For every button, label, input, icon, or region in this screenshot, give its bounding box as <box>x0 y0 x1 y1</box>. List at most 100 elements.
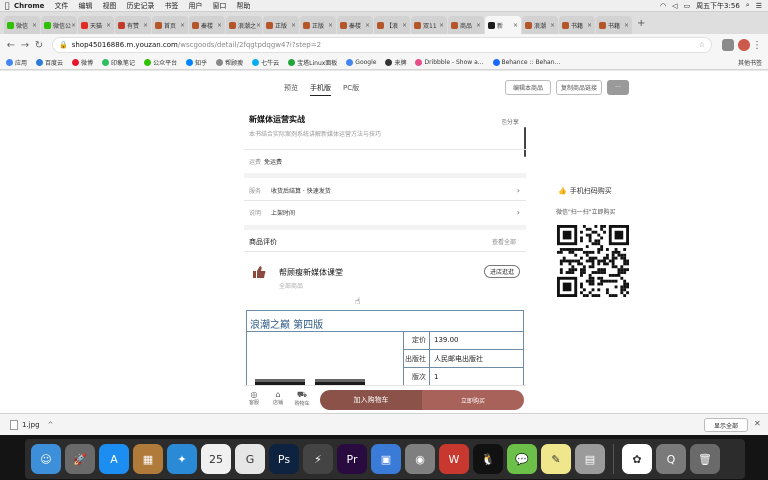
bookmark-item[interactable]: 微博 <box>72 58 93 67</box>
tab-close-icon[interactable]: × <box>106 22 111 29</box>
browser-tab[interactable]: 有赞 × <box>115 16 151 34</box>
copy-link-button[interactable]: 复制商品链接 <box>556 80 602 95</box>
bookmark-item[interactable]: 帮顾瘦 <box>216 58 243 67</box>
customer-service-button[interactable]: ◎ 客服 <box>246 390 262 406</box>
browser-tab[interactable]: 秦楼 × <box>337 16 373 34</box>
photoshop-icon[interactable]: Ps <box>269 444 299 474</box>
tab-close-icon[interactable]: × <box>256 22 261 29</box>
browser-tab[interactable]: 首页 × <box>152 16 188 34</box>
wps-icon[interactable]: W <box>439 444 469 474</box>
browser-tab[interactable]: 正版 × <box>300 16 336 34</box>
gap-icon[interactable]: ⚡ <box>303 444 333 474</box>
finder-icon[interactable]: ☺ <box>31 444 61 474</box>
tab-preview[interactable]: 预览 <box>284 83 298 96</box>
tab-close-icon[interactable]: × <box>328 22 333 29</box>
scrollbar[interactable] <box>524 127 526 157</box>
edit-product-button[interactable]: 编辑本商品 <box>505 80 551 95</box>
time-row[interactable]: 说明 上架时间 › <box>244 205 520 219</box>
menu-help[interactable]: 帮助 <box>236 1 250 11</box>
tab-close-icon[interactable]: × <box>365 22 370 29</box>
bookmark-item[interactable]: 百度云 <box>36 58 63 67</box>
chevron-up-icon[interactable]: ^ <box>48 421 54 429</box>
baidu-disk-icon[interactable]: ✿ <box>622 444 652 474</box>
keynote-icon[interactable]: ▣ <box>371 444 401 474</box>
quicktime-icon[interactable]: Q <box>656 444 686 474</box>
bookmark-item[interactable]: Google <box>346 59 376 66</box>
trash-icon[interactable]: 🗑 <box>690 444 720 474</box>
notes-icon[interactable]: ✎ <box>541 444 571 474</box>
menu-user[interactable]: 用户 <box>188 1 202 11</box>
volume-icon[interactable]: ◁ <box>672 2 677 10</box>
menu-window[interactable]: 窗口 <box>212 1 226 11</box>
chrome-menu-icon[interactable]: ⋮ <box>750 40 764 51</box>
browser-tab[interactable]: 书籍 × <box>596 16 632 34</box>
forward-icon[interactable]: → <box>18 40 32 51</box>
tab-close-icon[interactable]: × <box>32 22 37 29</box>
battery-icon[interactable]: ▭ <box>683 2 690 10</box>
preview-icon[interactable]: ▦ <box>133 444 163 474</box>
apple-menu-icon[interactable]:  <box>0 1 14 10</box>
tab-pc[interactable]: PC版 <box>343 83 359 96</box>
launchpad-icon[interactable]: 🚀 <box>65 444 95 474</box>
service-row[interactable]: 服务 收货后结算 · 快速发货 › <box>244 183 520 197</box>
buy-now-button[interactable]: 立即购买 <box>422 390 524 410</box>
calendar-icon[interactable]: 25 <box>201 444 231 474</box>
reload-icon[interactable]: ↻ <box>32 40 46 51</box>
new-tab-icon[interactable]: + <box>637 18 645 29</box>
tab-close-icon[interactable]: × <box>71 22 76 29</box>
menu-view[interactable]: 视图 <box>102 1 116 11</box>
network-icon[interactable]: ▤ <box>575 444 605 474</box>
bookmark-item[interactable]: Behance :: Behan... <box>492 59 560 66</box>
browser-tab[interactable]: 【浪 × <box>374 16 410 34</box>
menu-history[interactable]: 历史记录 <box>126 1 154 11</box>
search-icon[interactable]: ⌕ <box>746 1 750 10</box>
profile-avatar[interactable] <box>738 39 750 51</box>
cart-button[interactable]: ⛟ 购物车 <box>294 390 310 407</box>
tab-close-icon[interactable]: × <box>143 22 148 29</box>
wechat-icon[interactable]: 💬 <box>507 444 537 474</box>
extension-icon[interactable] <box>722 39 734 51</box>
share-button[interactable]: ⎘分享 <box>502 117 519 127</box>
notification-icon[interactable]: ☰ <box>756 2 762 10</box>
bookmark-item[interactable]: 应用 <box>6 58 27 67</box>
tab-close-icon[interactable]: × <box>476 22 481 29</box>
add-to-cart-button[interactable]: 加入购物车 <box>320 390 422 410</box>
menu-edit[interactable]: 编辑 <box>78 1 92 11</box>
bookmark-star-icon[interactable]: ☆ <box>699 41 705 49</box>
shop-button[interactable]: ⌂ 店铺 <box>270 390 286 406</box>
browser-tab[interactable]: 新 × <box>485 16 521 34</box>
back-icon[interactable]: ← <box>4 40 18 51</box>
tab-mobile[interactable]: 手机版 <box>310 83 331 96</box>
qq-icon[interactable]: 🐧 <box>473 444 503 474</box>
more-button[interactable]: ··· <box>607 80 629 95</box>
clock[interactable]: 周五下午3:56 <box>696 1 740 11</box>
browser-tab[interactable]: 浪潮之 × <box>226 16 262 34</box>
tab-close-icon[interactable]: × <box>439 22 444 29</box>
safari-icon[interactable]: ✦ <box>167 444 197 474</box>
bookmark-item[interactable]: 印象笔记 <box>102 58 135 67</box>
premiere-icon[interactable]: Pr <box>337 444 367 474</box>
tab-close-icon[interactable]: × <box>180 22 185 29</box>
url-input[interactable]: 🔒 shop45016886.m.youzan.com /wscgoods/de… <box>52 37 712 53</box>
tab-close-icon[interactable]: × <box>624 22 629 29</box>
show-all-button[interactable]: 显示全部 <box>704 418 748 432</box>
app-store-icon[interactable]: A <box>99 444 129 474</box>
bookmark-item[interactable]: 宝塔Linux面板 <box>288 58 337 67</box>
menu-file[interactable]: 文件 <box>54 1 68 11</box>
browser-tab[interactable]: 书籍 × <box>559 16 595 34</box>
tab-close-icon[interactable]: × <box>587 22 592 29</box>
browser-tab[interactable]: 商品 × <box>448 16 484 34</box>
browser-tab[interactable]: 浪潮 × <box>522 16 558 34</box>
enter-shop-button[interactable]: 进店逛逛 <box>484 265 520 278</box>
bookmark-item[interactable]: 公众平台 <box>144 58 177 67</box>
browser-tab[interactable]: 微信公 × <box>41 16 77 34</box>
bookmark-item[interactable]: 七牛云 <box>252 58 279 67</box>
browser-tab[interactable]: 双11 × <box>411 16 447 34</box>
capture-icon[interactable]: ◉ <box>405 444 435 474</box>
tab-close-icon[interactable]: × <box>217 22 222 29</box>
wifi-icon[interactable]: ◠ <box>660 2 666 10</box>
close-icon[interactable]: ✕ <box>754 419 761 428</box>
menu-bookmarks[interactable]: 书签 <box>164 1 178 11</box>
bookmark-item[interactable]: Dribbble - Show a... <box>415 59 484 66</box>
browser-tab[interactable]: 正版 × <box>263 16 299 34</box>
